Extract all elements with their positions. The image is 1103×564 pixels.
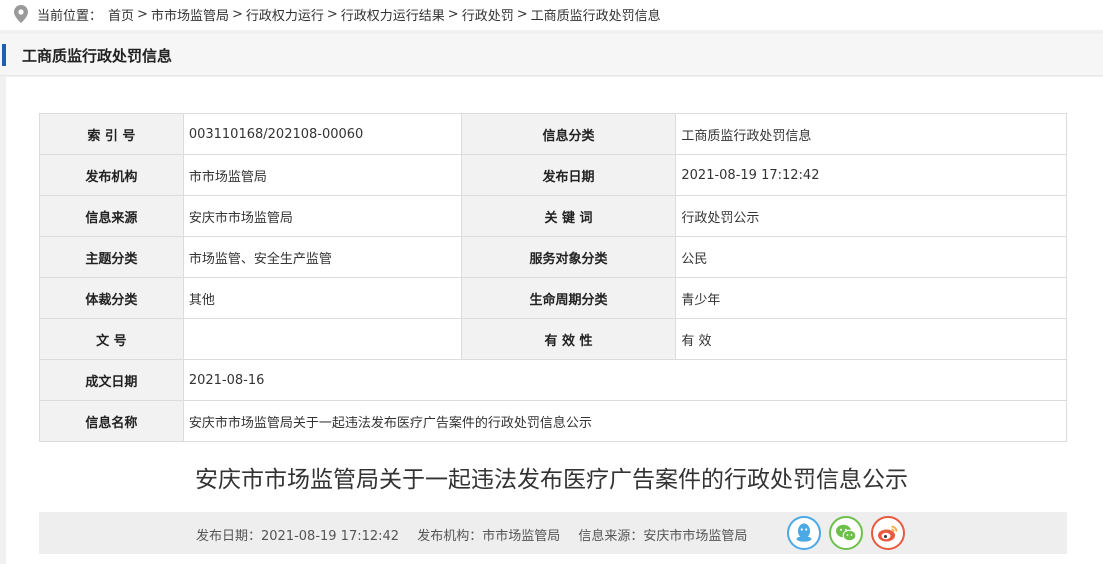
name-label: 信息名称 — [39, 400, 184, 442]
metadata-table: 索 引 号 003110168/202108-00060 信息分类 工商质监行政… — [39, 113, 1068, 442]
table-row: 索 引 号 003110168/202108-00060 信息分类 工商质监行政… — [39, 113, 1067, 155]
audience-label: 服务对象分类 — [460, 236, 677, 278]
weibo-icon — [878, 525, 898, 542]
weibo-share-button[interactable] — [871, 516, 905, 550]
qq-share-button[interactable] — [787, 516, 821, 550]
category-value: 工商质监行政处罚信息 — [675, 113, 1067, 155]
category-label: 信息分类 — [460, 113, 677, 155]
genre-value: 其他 — [182, 277, 462, 319]
source-label: 信息来源 — [39, 195, 184, 237]
index-value: 003110168/202108-00060 — [182, 113, 462, 155]
wechat-share-button[interactable] — [829, 516, 863, 550]
article-source: 信息来源：安庆市市场监管局 — [578, 529, 748, 544]
section-header: 工商质监行政处罚信息 — [0, 34, 1103, 76]
breadcrumb-item-power-operation[interactable]: 行政权力运行 — [246, 5, 324, 24]
source-value: 安庆市市场监管局 — [182, 195, 462, 237]
breadcrumb-separator: > — [137, 6, 148, 22]
table-row: 发布机构 市市场监管局 发布日期 2021-08-19 17:12:42 — [39, 154, 1067, 196]
publisher-value: 市市场监管局 — [182, 154, 462, 196]
lifecycle-value: 青少年 — [675, 277, 1067, 319]
name-value: 安庆市市场监管局关于一起违法发布医疗广告案件的行政处罚信息公示 — [182, 400, 1068, 442]
breadcrumb-item-home[interactable]: 首页 — [108, 5, 134, 24]
section-title: 工商质监行政处罚信息 — [22, 47, 173, 65]
docno-value — [182, 318, 462, 360]
keywords-label: 关 键 词 — [460, 195, 677, 237]
breadcrumb: 当前位置： 首页 > 市市场监管局 > 行政权力运行 > 行政权力运行结果 > … — [0, 0, 1103, 28]
audience-value: 公民 — [675, 236, 1067, 278]
table-row: 信息名称 安庆市市场监管局关于一起违法发布医疗广告案件的行政处罚信息公示 — [39, 400, 1068, 442]
article-title: 安庆市市场监管局关于一起违法发布医疗广告案件的行政处罚信息公示 — [195, 467, 908, 493]
table-row: 文 号 有 效 性 有 效 — [39, 318, 1067, 360]
pubdate-value: 2021-08-19 17:12:42 — [675, 154, 1067, 196]
validity-label: 有 效 性 — [460, 318, 677, 360]
publisher-label: 发布机构 — [39, 154, 184, 196]
location-pin-icon — [14, 5, 28, 23]
table-row: 主题分类 市场监管、安全生产监管 服务对象分类 公民 — [39, 236, 1067, 278]
lifecycle-label: 生命周期分类 — [460, 277, 677, 319]
table-row: 成文日期 2021-08-16 — [39, 359, 1068, 401]
breadcrumb-separator: > — [326, 6, 338, 22]
breadcrumb-separator: > — [447, 6, 459, 22]
index-label: 索 引 号 — [39, 113, 184, 155]
pubdate-label: 发布日期 — [460, 154, 677, 196]
wechat-icon — [836, 524, 857, 542]
date-value: 2021-08-16 — [182, 359, 1068, 401]
table-row: 信息来源 安庆市市场监管局 关 键 词 行政处罚公示 — [39, 195, 1067, 237]
breadcrumb-separator: > — [231, 6, 243, 22]
date-label: 成文日期 — [39, 359, 184, 401]
keywords-value: 行政处罚公示 — [675, 195, 1067, 237]
article-info-bar: 发布日期：2021-08-19 17:12:42 发布机构：市市场监管局 信息来… — [39, 512, 1067, 554]
validity-value: 有 效 — [675, 318, 1067, 360]
article-pubdate: 发布日期：2021-08-19 17:12:42 — [196, 529, 400, 544]
topic-value: 市场监管、安全生产监管 — [182, 236, 462, 278]
article-publisher: 发布机构：市市场监管局 — [417, 529, 561, 544]
article-meta: 发布日期：2021-08-19 17:12:42 发布机构：市市场监管局 信息来… — [196, 525, 761, 544]
breadcrumb-item-penalty[interactable]: 行政处罚 — [462, 5, 514, 24]
topic-label: 主题分类 — [39, 236, 184, 278]
qq-icon — [796, 523, 812, 542]
breadcrumb-item-operation-results[interactable]: 行政权力运行结果 — [341, 5, 445, 24]
docno-label: 文 号 — [39, 318, 184, 360]
table-row: 体裁分类 其他 生命周期分类 青少年 — [39, 277, 1067, 319]
breadcrumb-item-current[interactable]: 工商质监行政处罚信息 — [531, 5, 661, 24]
breadcrumb-prefix: 当前位置： — [37, 8, 103, 24]
breadcrumb-item-bureau[interactable]: 市市场监管局 — [151, 5, 229, 24]
section-accent-bar — [2, 44, 6, 66]
breadcrumb-separator: > — [516, 6, 528, 22]
genre-label: 体裁分类 — [39, 277, 184, 319]
